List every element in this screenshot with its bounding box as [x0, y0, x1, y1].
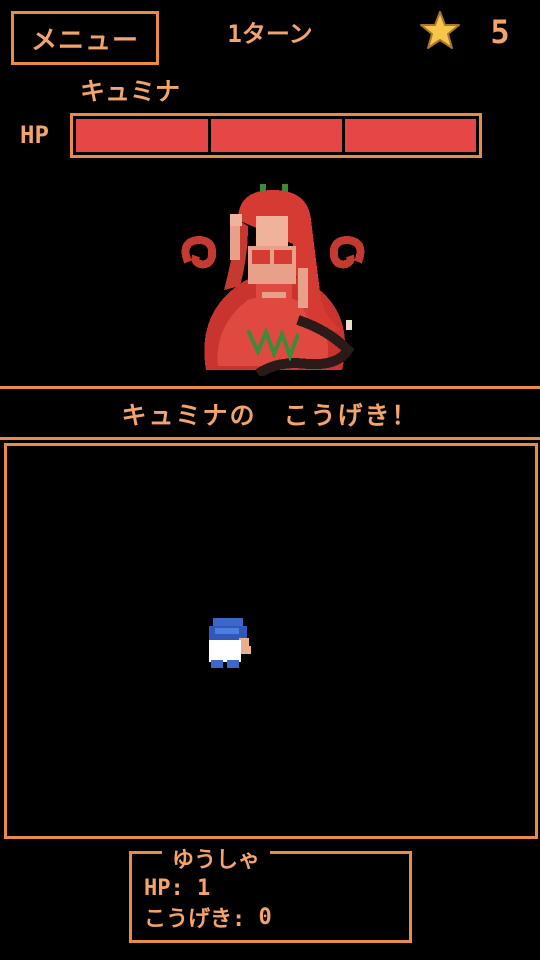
enemy-name: キュミナ: [80, 77, 181, 106]
enemy-hp-bar: [70, 113, 482, 158]
menu-button[interactable]: メニュー: [11, 11, 159, 65]
enemy-hp-label: HP: [20, 121, 49, 149]
hero-attack-value: 0: [258, 904, 272, 930]
battle-message: キュミナの こうげき！: [121, 401, 419, 430]
hero-hp-label: HP:: [144, 875, 184, 901]
hero-status-title: ゆうしゃ: [162, 843, 271, 873]
star-icon: [420, 11, 460, 49]
hero-attack-row: こうげき: 0: [144, 903, 404, 933]
turn-counter: 1ターン: [227, 19, 313, 48]
message-bottom-divider: [0, 437, 540, 440]
enemy-hp-fill: [76, 119, 476, 152]
message-top-divider: [0, 386, 540, 389]
hero-attack-label: こうげき:: [144, 907, 246, 932]
hero-sprite[interactable]: [205, 614, 257, 672]
star-count: 5: [490, 13, 510, 51]
hp-segment-divider: [208, 119, 212, 152]
hero-hp-value: 1: [197, 875, 211, 901]
battle-field[interactable]: [4, 443, 538, 839]
hero-hp-row: HP: 1: [144, 874, 404, 902]
hp-segment-divider: [341, 119, 345, 152]
plant-woman-monster-sprite: [181, 184, 365, 376]
